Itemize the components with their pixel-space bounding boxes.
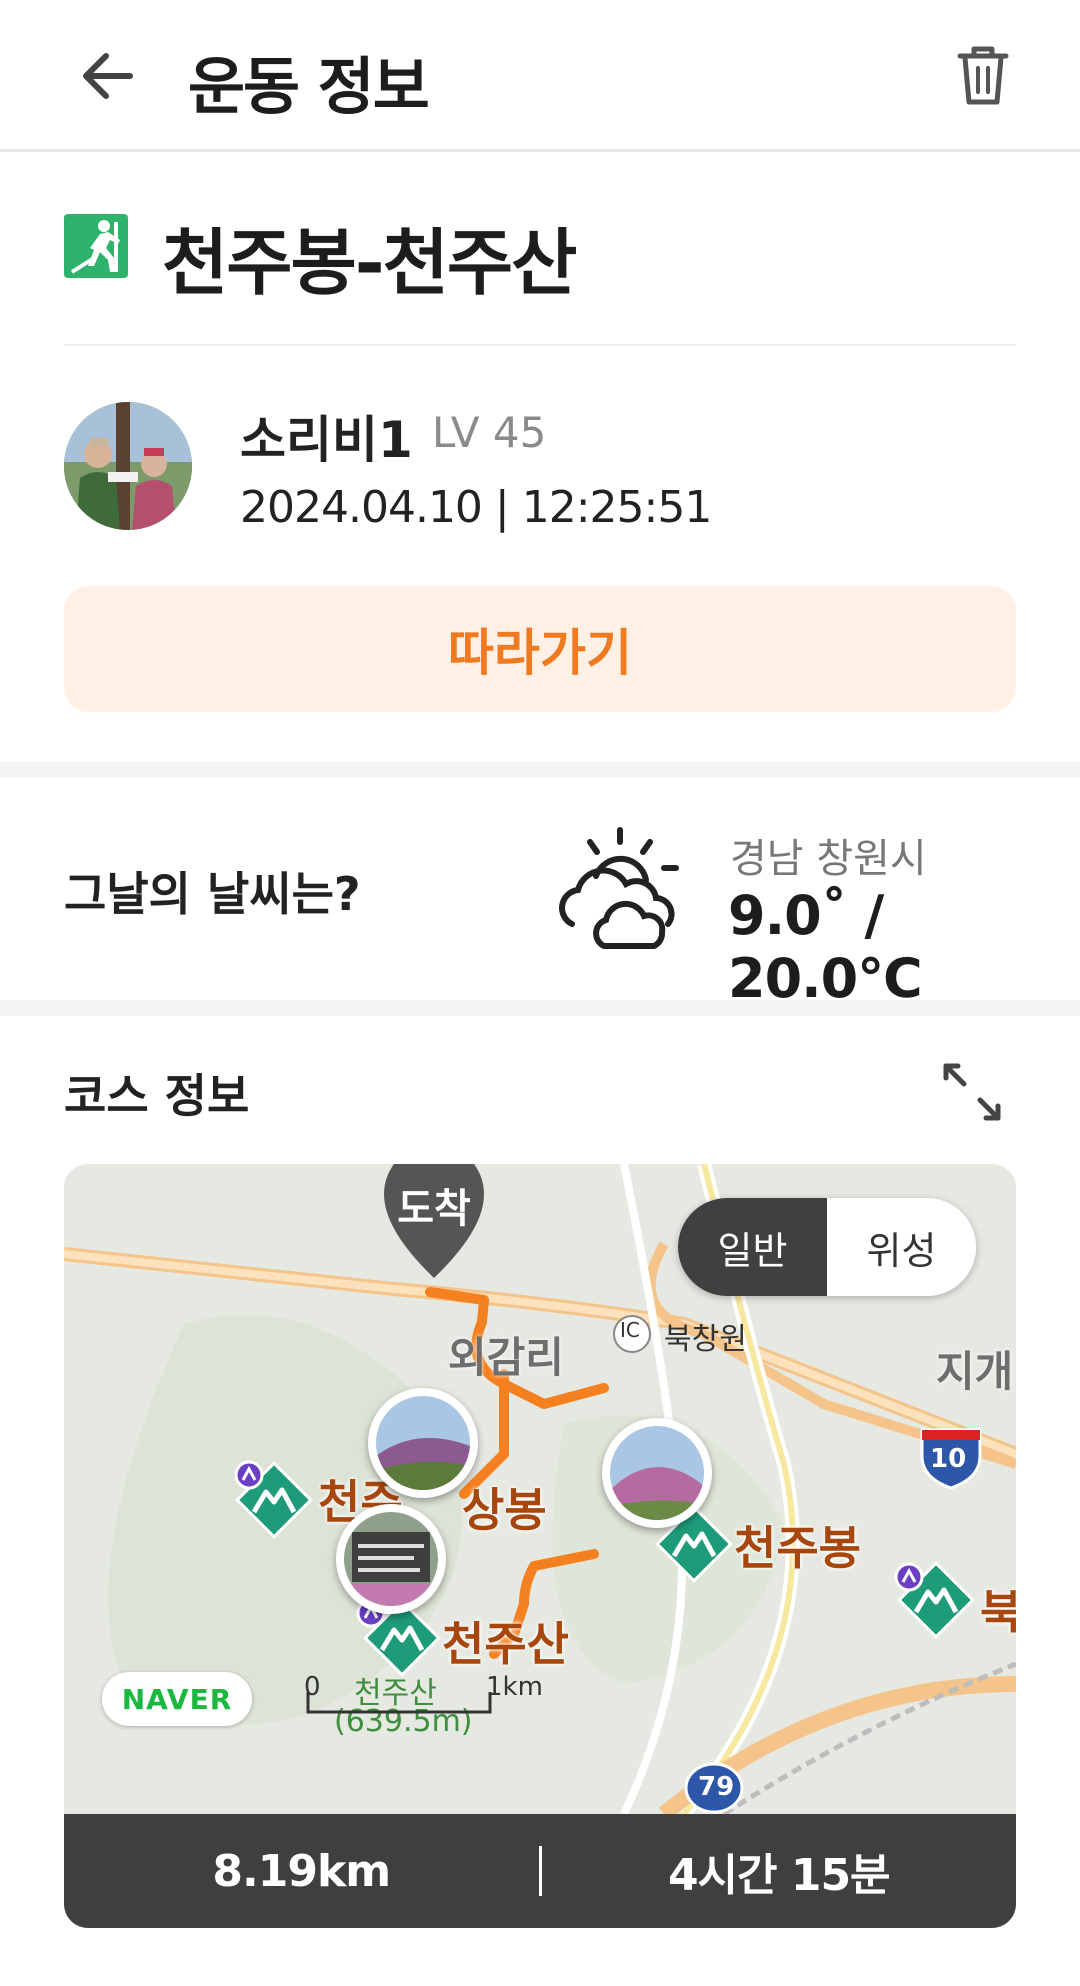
activity-datetime: 2024.04.10 | 12:25:51 — [240, 482, 712, 533]
photo-marker[interactable] — [368, 1388, 478, 1498]
peak-label-cheonjubong: 천주봉 — [734, 1521, 861, 1575]
app-bar: 운동 정보 — [0, 0, 1080, 152]
jigae-label: 지개 — [936, 1347, 1014, 1396]
peak-badge-icon — [234, 1460, 264, 1490]
peak-badge-icon — [894, 1562, 924, 1592]
course-info-title: 코스 정보 — [64, 1069, 250, 1123]
section-gap — [0, 1000, 1080, 1016]
course-stats-bar: 8.19km 4시간 15분 — [64, 1814, 1016, 1928]
hiking-icon — [64, 214, 128, 278]
user-level: LV 45 — [432, 408, 547, 457]
expand-icon[interactable] — [940, 1060, 1004, 1124]
scale-bar — [306, 1692, 492, 1714]
map-type-toggle[interactable]: 일반 위성 — [678, 1198, 976, 1296]
avatar[interactable] — [64, 402, 192, 530]
divider — [64, 344, 1016, 346]
page-title: 운동 정보 — [188, 50, 430, 123]
peak-label-cheonjusan: 천주산 — [442, 1617, 569, 1671]
village-label: 외감리 — [448, 1333, 564, 1382]
weather-temperature: 9.0˚ / 20.0℃ — [728, 884, 923, 1010]
naver-logo: NAVER — [102, 1672, 252, 1726]
map-type-normal[interactable]: 일반 — [678, 1198, 827, 1296]
scale-start: 0 — [304, 1672, 321, 1702]
arrive-label: 도착 — [397, 1186, 471, 1232]
trash-icon[interactable] — [948, 40, 1018, 110]
peak-label-right: 북 — [980, 1585, 1016, 1639]
follow-button[interactable]: 따라가기 — [64, 586, 1016, 712]
road-number: 79 — [698, 1772, 735, 1802]
highway-number: 10 — [930, 1444, 967, 1474]
user-name[interactable]: 소리비1 — [240, 400, 413, 472]
photo-marker[interactable] — [602, 1418, 712, 1528]
course-name: 천주봉-천주산 — [162, 221, 577, 305]
scale-end: 1km — [486, 1672, 543, 1702]
distance-value: 8.19km — [212, 1845, 391, 1897]
map-type-satellite[interactable]: 위성 — [827, 1198, 976, 1296]
weather-location: 경남 창원시 — [730, 836, 927, 882]
arrow-left-icon[interactable] — [72, 38, 148, 114]
photo-marker[interactable] — [336, 1504, 446, 1614]
duration-value: 4시간 15분 — [667, 1850, 891, 1901]
weather-question: 그날의 날씨는? — [64, 867, 361, 921]
ic-badge: IC — [620, 1318, 640, 1342]
course-map[interactable]: 도착 일반 위성 IC 북창원 외감리 지개 10 79 천주 상봉 천주봉 천… — [64, 1164, 1016, 1814]
partly-cloudy-icon — [559, 827, 679, 949]
peak-label-sangbong: 상봉 — [462, 1483, 547, 1537]
section-gap — [0, 762, 1080, 778]
ic-name-label: 북창원 — [664, 1322, 747, 1357]
